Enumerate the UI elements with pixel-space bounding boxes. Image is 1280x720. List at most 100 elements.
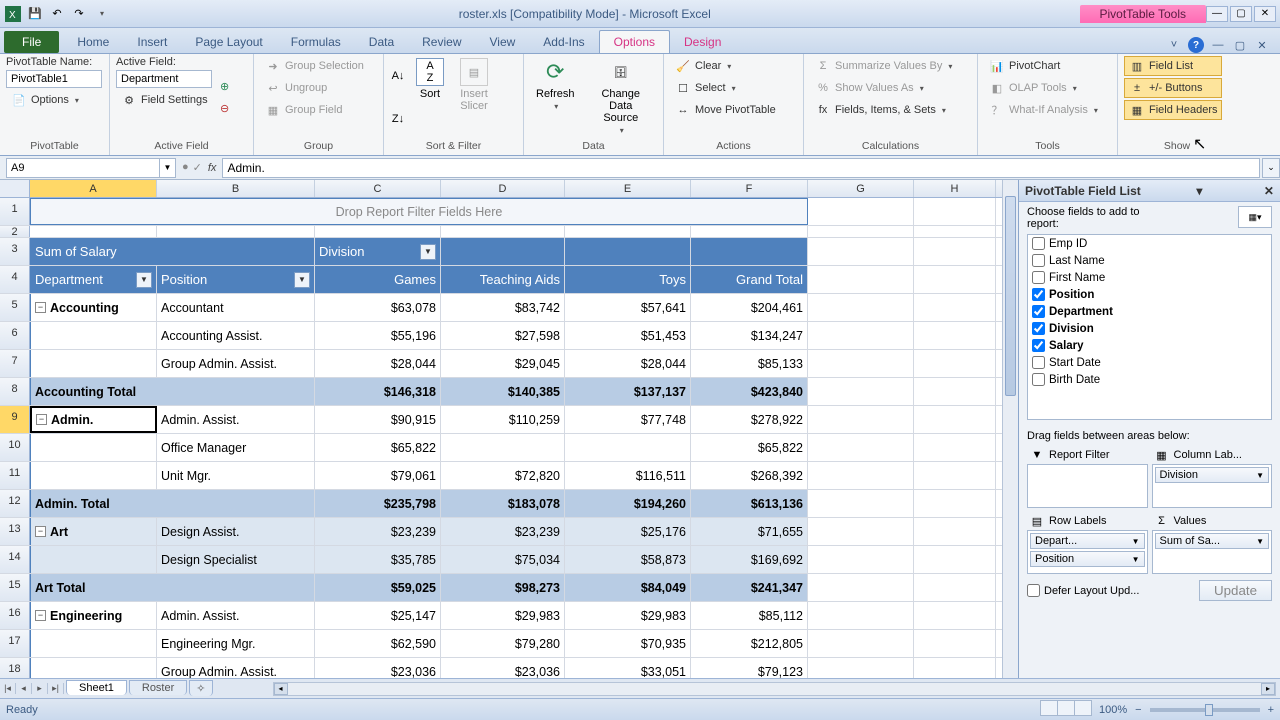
dept-cell[interactable]: −Engineering: [30, 602, 157, 629]
position-field-header[interactable]: Position▼: [157, 266, 315, 293]
position-cell[interactable]: Accounting Assist.: [157, 322, 315, 349]
subtotal-value[interactable]: $241,347: [691, 574, 808, 601]
col-toys[interactable]: Toys: [565, 266, 691, 293]
position-cell[interactable]: Unit Mgr.: [157, 462, 315, 489]
field-item[interactable]: Division: [1028, 320, 1271, 337]
chip-sum-salary[interactable]: Sum of Sa...▼: [1155, 533, 1270, 549]
namebox-dropdown-icon[interactable]: ▼: [159, 159, 175, 177]
value-cell[interactable]: $77,748: [565, 406, 691, 433]
tab-formulas[interactable]: Formulas: [277, 31, 355, 53]
row-header[interactable]: 14: [0, 546, 30, 573]
value-cell[interactable]: $71,655: [691, 518, 808, 545]
tab-options[interactable]: Options: [599, 30, 670, 53]
zoom-out-button[interactable]: −: [1135, 704, 1141, 716]
fields-items-sets-button[interactable]: fxFields, Items, & Sets: [810, 100, 957, 120]
subtotal-label[interactable]: Admin. Total: [30, 490, 315, 517]
field-item[interactable]: Last Name: [1028, 252, 1271, 269]
subtotal-value[interactable]: $137,137: [565, 378, 691, 405]
qat-customize-icon[interactable]: [92, 5, 110, 23]
zoom-in-button[interactable]: +: [1268, 704, 1274, 716]
value-cell[interactable]: $79,061: [315, 462, 441, 489]
sheet-nav-next[interactable]: ▸: [32, 683, 48, 694]
col-teaching-aids[interactable]: Teaching Aids: [441, 266, 565, 293]
dept-cell[interactable]: [30, 658, 157, 678]
help-icon[interactable]: ?: [1188, 37, 1204, 53]
collapse-icon[interactable]: −: [35, 302, 46, 313]
division-filter-icon[interactable]: ▼: [420, 244, 436, 260]
refresh-button[interactable]: ⟳Refresh: [530, 56, 581, 139]
field-item[interactable]: Salary: [1028, 337, 1271, 354]
field-item[interactable]: Start Date: [1028, 354, 1271, 371]
position-cell[interactable]: Group Admin. Assist.: [157, 658, 315, 678]
tab-page-layout[interactable]: Page Layout: [181, 31, 276, 53]
sort-desc-icon[interactable]: Z↓: [390, 111, 406, 127]
row-header[interactable]: 6: [0, 322, 30, 349]
subtotal-value[interactable]: $423,840: [691, 378, 808, 405]
row-header[interactable]: 5: [0, 294, 30, 321]
view-buttons[interactable]: [1040, 700, 1091, 719]
col-header-c[interactable]: C: [315, 180, 441, 197]
field-checkbox[interactable]: [1032, 373, 1045, 386]
value-cell[interactable]: $79,123: [691, 658, 808, 678]
move-pivottable-button[interactable]: ↔Move PivotTable: [670, 100, 781, 120]
group-field-button[interactable]: ▦Group Field: [260, 100, 369, 120]
col-games[interactable]: Games: [315, 266, 441, 293]
row-header[interactable]: 3: [0, 238, 30, 265]
position-cell[interactable]: Office Manager: [157, 434, 315, 461]
field-checkbox[interactable]: [1032, 254, 1045, 267]
expand-field-icon[interactable]: ⊕: [217, 79, 233, 95]
subtotal-value[interactable]: $98,273: [441, 574, 565, 601]
layout-options-button[interactable]: ▦▾: [1238, 206, 1272, 228]
position-filter-icon[interactable]: ▼: [294, 272, 310, 288]
subtotal-value[interactable]: $146,318: [315, 378, 441, 405]
row-header[interactable]: 10: [0, 434, 30, 461]
row-header[interactable]: 16: [0, 602, 30, 629]
dept-cell[interactable]: [30, 630, 157, 657]
value-cell[interactable]: $110,259: [441, 406, 565, 433]
value-cell[interactable]: $35,785: [315, 546, 441, 573]
report-filter-dropzone[interactable]: [1027, 464, 1148, 508]
dept-cell[interactable]: −Admin.: [30, 406, 157, 433]
field-checkbox[interactable]: [1032, 339, 1045, 352]
value-cell[interactable]: $85,112: [691, 602, 808, 629]
value-cell[interactable]: [441, 434, 565, 461]
column-labels-dropzone[interactable]: Division▼: [1152, 464, 1273, 508]
field-checkbox[interactable]: [1032, 322, 1045, 335]
redo-icon[interactable]: ↷: [70, 5, 88, 23]
field-checkbox[interactable]: [1032, 237, 1045, 250]
vertical-scrollbar[interactable]: [1002, 180, 1018, 678]
select-all-button[interactable]: [0, 180, 30, 197]
col-header-g[interactable]: G: [808, 180, 914, 197]
value-cell[interactable]: $58,873: [565, 546, 691, 573]
position-cell[interactable]: Admin. Assist.: [157, 602, 315, 629]
sort-button[interactable]: AZSort: [410, 56, 450, 139]
field-settings-button[interactable]: ⚙Field Settings: [116, 90, 213, 110]
field-item[interactable]: Position: [1028, 286, 1271, 303]
position-cell[interactable]: Design Specialist: [157, 546, 315, 573]
value-cell[interactable]: $169,692: [691, 546, 808, 573]
collapse-icon[interactable]: −: [35, 526, 46, 537]
workbook-restore-icon[interactable]: ▢: [1232, 37, 1248, 53]
value-cell[interactable]: $29,983: [565, 602, 691, 629]
col-header-d[interactable]: D: [441, 180, 565, 197]
value-cell[interactable]: $27,598: [441, 322, 565, 349]
values-dropzone[interactable]: Sum of Sa...▼: [1152, 530, 1273, 574]
active-field-input[interactable]: [116, 70, 212, 88]
position-cell[interactable]: Engineering Mgr.: [157, 630, 315, 657]
field-checkbox[interactable]: [1032, 288, 1045, 301]
field-list[interactable]: Emp IDLast NameFirst NamePositionDepartm…: [1027, 234, 1272, 420]
sheet-tab-new[interactable]: ✧: [189, 680, 212, 696]
subtotal-label[interactable]: Art Total: [30, 574, 315, 601]
department-field-header[interactable]: Department▼: [30, 266, 157, 293]
value-cell[interactable]: $23,036: [315, 658, 441, 678]
value-cell[interactable]: $63,078: [315, 294, 441, 321]
row-header[interactable]: 8: [0, 378, 30, 405]
defer-layout-checkbox[interactable]: [1027, 584, 1040, 597]
name-box[interactable]: A9▼: [6, 158, 176, 178]
tab-insert[interactable]: Insert: [123, 31, 181, 53]
dept-cell[interactable]: [30, 546, 157, 573]
value-cell[interactable]: $33,051: [565, 658, 691, 678]
row-header[interactable]: 17: [0, 630, 30, 657]
collapse-icon[interactable]: −: [36, 414, 47, 425]
maximize-button[interactable]: ▢: [1230, 6, 1252, 22]
